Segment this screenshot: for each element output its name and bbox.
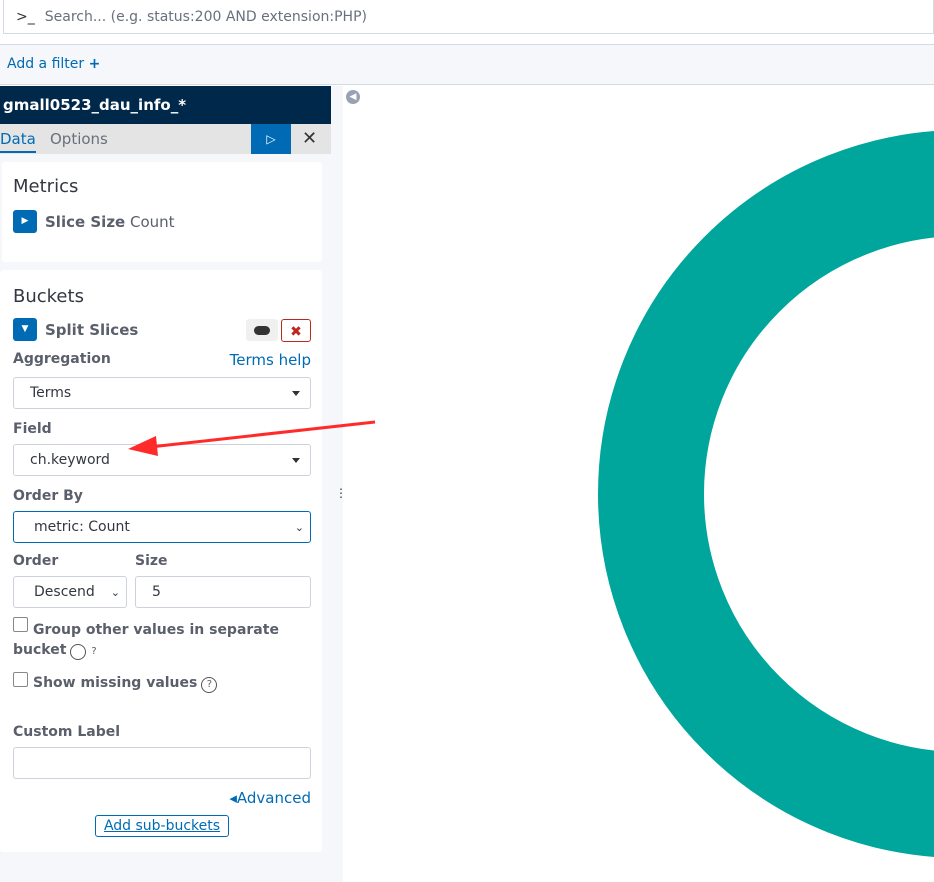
aggregation-label: Aggregation: [13, 351, 111, 367]
aggregation-select[interactable]: Terms: [13, 377, 311, 409]
custom-label-input[interactable]: [13, 747, 311, 779]
metric-name: Slice Size: [45, 213, 126, 231]
plus-icon: +: [88, 56, 101, 72]
index-pattern-header: gmall0523_dau_info_*: [0, 86, 331, 124]
field-select[interactable]: ch.keyword: [13, 444, 311, 476]
custom-label-label: Custom Label: [13, 724, 121, 740]
donut-slice[interactable]: [598, 131, 934, 857]
show-missing-checkbox[interactable]: [13, 672, 28, 687]
caret-down-icon: [292, 391, 300, 396]
console-prompt-icon: >_: [16, 8, 35, 25]
advanced-toggle-link[interactable]: ◂Advanced: [229, 789, 311, 807]
buckets-title: Buckets: [13, 286, 84, 307]
tab-data[interactable]: Data: [0, 130, 36, 153]
sidebar: gmall0523_dau_info_* Data Options ▷ ✕ Me…: [0, 86, 343, 882]
expand-metric-button[interactable]: ▶: [13, 210, 37, 233]
order-label: Order: [13, 553, 59, 569]
chevron-down-icon: ⌄: [110, 585, 120, 599]
metrics-title: Metrics: [13, 176, 79, 197]
pie-chart: [598, 131, 934, 857]
order-by-select[interactable]: metric: Count ⌄: [13, 511, 311, 543]
help-icon[interactable]: ?: [70, 644, 97, 660]
bucket-name: Split Slices: [45, 321, 139, 339]
add-filter-link[interactable]: Add a filter +: [7, 56, 100, 72]
toggle-icon[interactable]: [246, 319, 278, 341]
apply-button[interactable]: ▷: [251, 124, 291, 154]
order-select[interactable]: Descend ⌄: [13, 576, 127, 608]
play-icon: ▷: [266, 132, 276, 146]
caret-down-icon: [292, 458, 300, 463]
remove-bucket-button[interactable]: ✖: [281, 319, 311, 342]
chevron-down-icon: ⌄: [294, 520, 304, 534]
size-label: Size: [135, 553, 168, 569]
group-other-label: Group other values in separate bucket?: [13, 622, 279, 660]
buckets-panel: Buckets ▼ Split Slices ✖ Aggregation Ter…: [0, 270, 322, 852]
field-label: Field: [13, 421, 52, 437]
metric-value: Count: [130, 213, 175, 231]
filter-bar: Add a filter +: [0, 44, 934, 85]
search-bar[interactable]: >_ Search... (e.g. status:200 AND extens…: [3, 0, 934, 34]
terms-help-link[interactable]: Terms help: [230, 351, 311, 369]
show-missing-label: Show missing values?: [33, 675, 218, 693]
add-sub-buckets-button[interactable]: Add sub-buckets: [95, 815, 229, 837]
close-icon[interactable]: ✕: [302, 128, 317, 149]
tab-bar: Data Options ▷ ✕: [0, 124, 331, 154]
metrics-panel: Metrics ▶ Slice Size Count: [2, 162, 322, 262]
help-icon[interactable]: ?: [201, 677, 218, 693]
tab-options[interactable]: Options: [50, 130, 108, 148]
order-by-label: Order By: [13, 488, 83, 504]
size-input[interactable]: 5: [135, 576, 311, 608]
collapse-bucket-button[interactable]: ▼: [13, 318, 37, 341]
search-input[interactable]: Search... (e.g. status:200 AND extension…: [45, 9, 367, 25]
